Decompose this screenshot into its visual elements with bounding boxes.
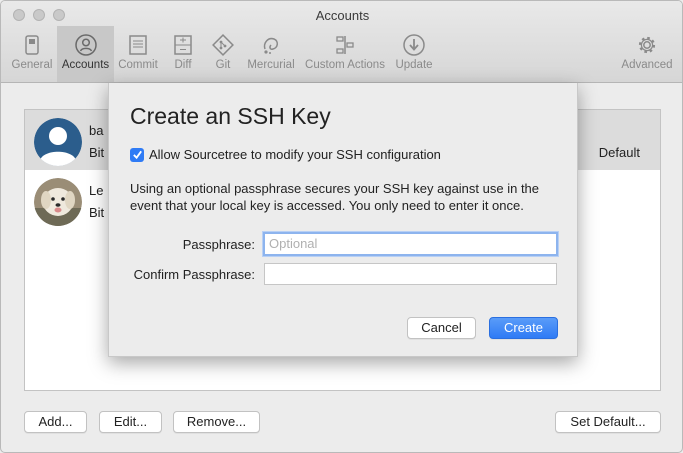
account-name: ba [89, 123, 104, 138]
git-icon [212, 34, 234, 56]
tab-general-label: General [11, 59, 53, 71]
tab-diff-label: Diff [174, 59, 192, 71]
dog-photo-icon [34, 178, 82, 226]
ssh-config-checkbox-row[interactable]: Allow Sourcetree to modify your SSH conf… [130, 147, 441, 162]
checkmark-icon [132, 150, 142, 160]
mercurial-icon [263, 37, 278, 54]
create-button[interactable]: Create [489, 317, 558, 339]
tab-commit-label: Commit [118, 59, 158, 71]
tab-update-label: Update [395, 59, 433, 71]
title-toolbar: Accounts General Accounts Commit Diff Gi… [1, 1, 682, 83]
window-title: Accounts [315, 8, 370, 23]
passphrase-field[interactable] [263, 232, 558, 256]
ssh-config-checkbox[interactable] [130, 147, 144, 162]
edit-button[interactable]: Edit... [99, 411, 162, 433]
tab-update[interactable]: Update [393, 26, 435, 82]
tab-mercurial[interactable]: Mercurial [245, 26, 297, 82]
remove-button[interactable]: Remove... [173, 411, 260, 433]
tab-diff[interactable]: Diff [165, 26, 201, 82]
diff-icon [174, 35, 192, 55]
tab-advanced-label: Advanced [621, 59, 673, 71]
tab-accounts-label: Accounts [61, 59, 110, 71]
passphrase-description: Using an optional passphrase secures you… [130, 181, 540, 213]
tab-custom-actions-label: Custom Actions [305, 59, 385, 71]
add-button[interactable]: Add... [24, 411, 87, 433]
tab-git[interactable]: Git [207, 26, 239, 82]
person-avatar-icon [34, 118, 82, 166]
dog-photo-avatar [34, 178, 82, 226]
person-icon [74, 34, 97, 56]
document-icon [129, 35, 147, 55]
sheet-title: Create an SSH Key [130, 103, 331, 129]
passphrase-input[interactable] [269, 236, 556, 251]
cancel-button[interactable]: Cancel [407, 317, 476, 339]
confirm-passphrase-label: Confirm Passphrase: [133, 267, 255, 282]
confirm-passphrase-input[interactable] [269, 266, 556, 281]
account-host: Bit [89, 205, 105, 220]
ssh-config-checkbox-label: Allow Sourcetree to modify your SSH conf… [149, 147, 441, 162]
tab-advanced[interactable]: Advanced [618, 26, 676, 82]
tab-git-label: Git [215, 59, 231, 71]
tab-commit[interactable]: Commit [115, 26, 161, 82]
switch-icon [25, 35, 39, 55]
gear-icon [638, 36, 656, 54]
passphrase-label: Passphrase: [182, 237, 255, 252]
confirm-passphrase-field[interactable] [264, 263, 557, 285]
download-icon [403, 34, 425, 56]
default-label: Default [598, 145, 640, 160]
custom-actions-icon [336, 36, 354, 54]
tab-accounts[interactable]: Accounts [57, 26, 114, 82]
accounts-window: Accounts General Accounts Commit Diff Gi… [0, 0, 683, 453]
account-host: Bit [89, 145, 105, 160]
person-avatar [34, 118, 82, 166]
account-name: Le [89, 183, 104, 198]
tab-general[interactable]: General [7, 26, 57, 82]
set-default-button[interactable]: Set Default... [555, 411, 661, 433]
preferences-toolbar: General Accounts Commit Diff Git Mercuri… [1, 26, 682, 82]
tab-mercurial-label: Mercurial [247, 59, 295, 71]
tab-custom-actions[interactable]: Custom Actions [303, 26, 387, 82]
create-ssh-key-sheet: Create an SSH Key Allow Sourcetree to mo… [108, 83, 578, 357]
